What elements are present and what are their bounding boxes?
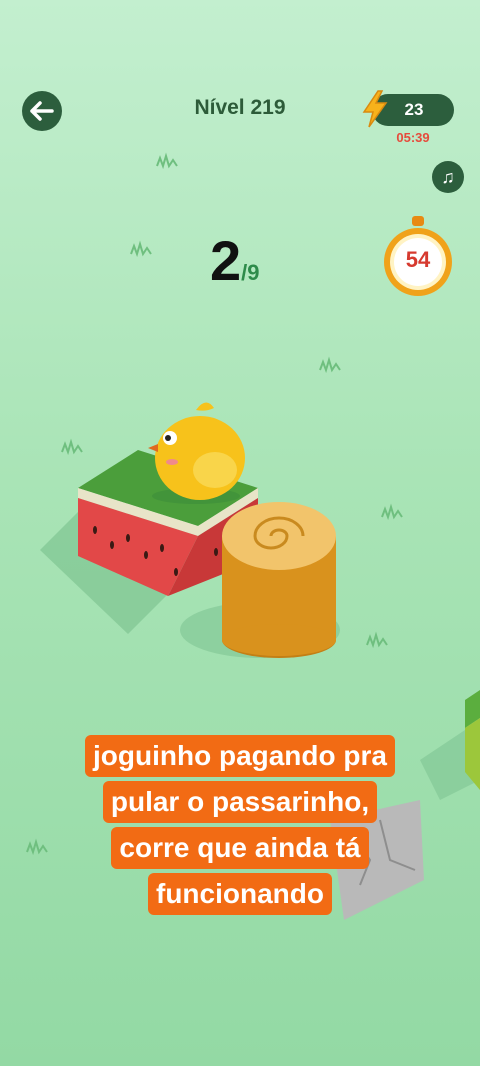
caption-line: pular o passarinho, (102, 781, 378, 823)
music-note-icon: ♫ (441, 166, 455, 187)
caption-line: funcionando (148, 873, 332, 915)
caption-line: joguinho pagando pra (85, 735, 395, 777)
jump-progress: 2/9 (210, 228, 260, 293)
lightning-bolt-icon (362, 90, 388, 128)
caption-line: corre que ainda tá (111, 827, 369, 869)
progress-current: 2 (210, 229, 242, 292)
energy-count: 23 (404, 100, 424, 119)
music-toggle-button[interactable]: ♫ (432, 161, 464, 193)
energy-timer: 05:39 (396, 130, 430, 145)
stopwatch-value: 54 (405, 247, 431, 272)
video-caption: joguinho pagando pra pular o passarinho,… (0, 735, 480, 919)
progress-total: /9 (241, 260, 260, 285)
